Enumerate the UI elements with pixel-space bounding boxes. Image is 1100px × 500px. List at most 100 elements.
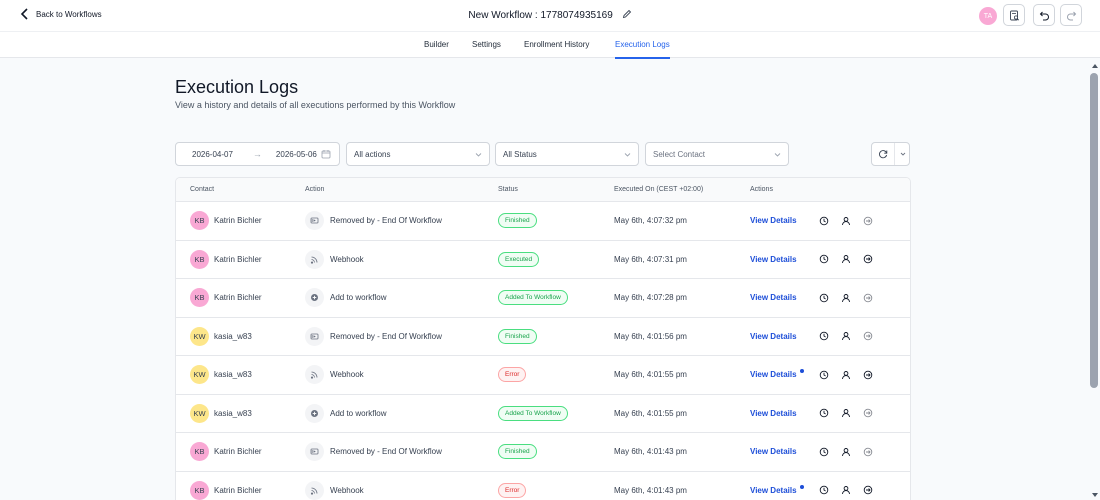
- pencil-icon[interactable]: [622, 9, 632, 19]
- contact-name[interactable]: Katrin Bichler: [214, 255, 262, 264]
- exit-workflow-icon[interactable]: [862, 485, 873, 496]
- add-workflow-icon: [305, 288, 324, 307]
- contact-name[interactable]: kasia_w83: [214, 409, 252, 418]
- notification-dot: [800, 369, 804, 373]
- scroll-up-arrow-icon[interactable]: [1090, 61, 1099, 70]
- view-details-link[interactable]: View Details: [750, 486, 797, 495]
- status-badge: Finished: [498, 444, 537, 459]
- end-workflow-icon: [305, 326, 324, 346]
- status-badge: Error: [498, 482, 527, 498]
- contact-icon[interactable]: [840, 331, 851, 342]
- date-range-picker[interactable]: 2026-04-07 → 2026-05-06: [175, 142, 340, 166]
- contact-name[interactable]: Katrin Bichler: [214, 447, 262, 456]
- contact-avatar: KB: [190, 249, 209, 269]
- workflow-title[interactable]: New Workflow : 1778074935169: [468, 10, 612, 21]
- column-header-contact: Contact: [190, 186, 215, 193]
- view-details-link[interactable]: View Details: [750, 447, 797, 456]
- redo-button[interactable]: [1060, 4, 1082, 26]
- table-row: KB Katrin Bichler Webhook Executed May 6th, …: [176, 240, 910, 279]
- contact-icon[interactable]: [840, 292, 851, 303]
- contact-name[interactable]: Katrin Bichler: [214, 486, 262, 495]
- history-icon[interactable]: [818, 254, 829, 265]
- contact-icon[interactable]: [840, 485, 851, 496]
- exit-workflow-icon[interactable]: [862, 331, 873, 342]
- history-icon[interactable]: [818, 369, 829, 380]
- action-name: Webhook: [330, 370, 364, 379]
- contact-avatar: KW: [190, 365, 209, 384]
- refresh-control: [871, 142, 910, 166]
- scroll-down-arrow-icon[interactable]: [1090, 490, 1099, 499]
- executed-on: May 6th, 4:01:43 pm: [614, 447, 687, 456]
- back-label: Back to Workflows: [36, 9, 102, 19]
- page-scrollbar[interactable]: [1089, 58, 1100, 500]
- history-icon[interactable]: [818, 331, 829, 342]
- contact-avatar: KB: [190, 211, 209, 230]
- notification-dot: [800, 484, 804, 489]
- webhook-icon: [305, 249, 324, 269]
- executed-on: May 6th, 4:01:43 pm: [614, 485, 687, 495]
- version-history-button[interactable]: [1003, 4, 1025, 26]
- calendar-icon: [321, 150, 331, 159]
- view-details-link[interactable]: View Details: [750, 216, 797, 225]
- view-details-link[interactable]: View Details: [750, 255, 797, 264]
- status-badge: Executed: [498, 251, 540, 267]
- contact-icon[interactable]: [840, 254, 851, 265]
- exit-workflow-icon[interactable]: [862, 408, 873, 419]
- action-name: Removed by - End Of Workflow: [330, 447, 442, 456]
- workflow-tabs: Builder Settings Enrollment History Exec…: [0, 31, 1100, 59]
- tab-settings[interactable]: Settings: [472, 40, 501, 49]
- tab-execution-logs[interactable]: Execution Logs: [615, 40, 670, 59]
- history-icon[interactable]: [818, 485, 829, 496]
- view-details-link[interactable]: View Details: [750, 409, 797, 418]
- contact-filter-select[interactable]: Select Contact: [645, 142, 789, 166]
- contact-avatar: KB: [190, 442, 209, 461]
- contact-avatar: KW: [190, 403, 209, 423]
- view-details-link[interactable]: View Details: [750, 293, 797, 302]
- top-bar: Back to Workflows New Workflow : 1778074…: [0, 0, 1100, 31]
- end-workflow-icon: [305, 211, 324, 230]
- contact-icon[interactable]: [840, 369, 851, 380]
- contact-icon[interactable]: [840, 408, 851, 419]
- actions-filter-value: All actions: [354, 149, 391, 159]
- execution-logs-table: Contact Action Status Executed On (CEST …: [175, 177, 911, 500]
- chevron-down-icon: [624, 153, 631, 157]
- back-to-workflows-link[interactable]: Back to Workflows: [20, 8, 102, 20]
- table-row: KB Katrin Bichler Webhook Error May 6th, 4:0…: [176, 471, 910, 500]
- exit-workflow-icon[interactable]: [862, 446, 873, 457]
- exit-workflow-icon[interactable]: [862, 369, 873, 380]
- history-icon[interactable]: [818, 215, 829, 226]
- contact-name[interactable]: Katrin Bichler: [214, 293, 262, 302]
- actions-filter-select[interactable]: All actions: [346, 142, 490, 166]
- history-icon[interactable]: [818, 292, 829, 303]
- exit-workflow-icon[interactable]: [862, 292, 873, 303]
- action-name: Removed by - End Of Workflow: [330, 216, 442, 225]
- exit-workflow-icon[interactable]: [862, 215, 873, 226]
- status-filter-select[interactable]: All Status: [495, 142, 639, 166]
- undo-button[interactable]: [1033, 4, 1055, 26]
- contact-name[interactable]: kasia_w83: [214, 370, 252, 379]
- chevron-down-icon: [774, 153, 781, 157]
- view-details-link[interactable]: View Details: [750, 370, 797, 379]
- contact-icon[interactable]: [840, 446, 851, 457]
- history-icon[interactable]: [818, 446, 829, 457]
- user-avatar[interactable]: TA: [979, 7, 997, 25]
- undo-icon: [1039, 11, 1049, 20]
- tab-enrollment-history[interactable]: Enrollment History: [524, 40, 589, 49]
- end-workflow-icon: [305, 442, 324, 461]
- executed-on: May 6th, 4:01:55 pm: [614, 370, 687, 379]
- action-name: Add to workflow: [330, 293, 387, 302]
- action-name: Webhook: [330, 254, 364, 264]
- contact-name[interactable]: Katrin Bichler: [214, 216, 262, 225]
- history-icon[interactable]: [818, 408, 829, 419]
- refresh-icon: [879, 150, 888, 159]
- contact-icon[interactable]: [840, 215, 851, 226]
- refresh-options-dropdown[interactable]: [896, 143, 910, 165]
- executed-on: May 6th, 4:07:28 pm: [614, 293, 687, 302]
- refresh-button[interactable]: [872, 143, 895, 165]
- contact-avatar: KB: [190, 288, 209, 307]
- exit-workflow-icon[interactable]: [862, 254, 873, 265]
- tab-builder[interactable]: Builder: [424, 40, 449, 49]
- contact-name[interactable]: kasia_w83: [214, 332, 252, 341]
- view-details-link[interactable]: View Details: [750, 332, 797, 341]
- scrollbar-thumb[interactable]: [1090, 73, 1098, 388]
